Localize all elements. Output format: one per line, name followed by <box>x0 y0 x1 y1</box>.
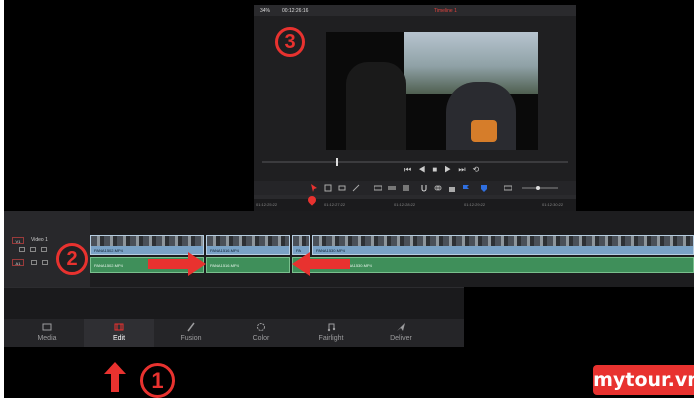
timeline-viewer: 34% 00:12:26:16 Timeline 1 3 ⏮◀■▶⏭⟲ <box>254 5 576 207</box>
linked-selection-icon[interactable] <box>434 184 442 192</box>
position-lock-icon[interactable] <box>448 184 456 192</box>
timeline-empty-area <box>4 287 464 319</box>
audio-track-tag[interactable]: A1 <box>12 259 24 266</box>
insert-clip-icon[interactable] <box>374 184 382 192</box>
ruler-tick: 01:12:29:22 <box>464 202 486 207</box>
play-icon[interactable]: ▶ <box>444 165 458 174</box>
selection-icon[interactable] <box>310 184 318 192</box>
deliver-icon <box>397 323 405 331</box>
video-clip[interactable]: PANA1516.MP4 <box>206 235 290 255</box>
right-arrow-icon <box>148 252 206 276</box>
clip-label: PANA1516.MP4 <box>210 248 239 253</box>
page-tab-label: Media <box>37 335 57 342</box>
step-3-badge: 3 <box>275 27 305 57</box>
page-tab-label: Fusion <box>180 335 202 342</box>
viewer-header: 34% 00:12:26:16 Timeline 1 <box>254 5 576 16</box>
page-tab-label: Color <box>252 335 270 342</box>
step-1-badge: 1 <box>140 363 175 398</box>
clip-label: PANA1502.MP4 <box>94 263 123 268</box>
edit-toolbar <box>254 181 576 195</box>
video-frame <box>326 32 538 150</box>
fusion-icon <box>187 322 195 332</box>
blade-icon[interactable] <box>352 184 360 192</box>
lock-icon[interactable] <box>19 247 25 252</box>
brand-logo: mytour.vn <box>593 365 694 395</box>
video-clip[interactable]: PANA1530.MP4 <box>312 235 694 255</box>
first-frame-icon[interactable]: ⏮ <box>404 165 418 174</box>
zoom-level[interactable]: 34% <box>260 8 270 14</box>
transport-controls: ⏮◀■▶⏭⟲ <box>404 165 486 175</box>
fairlight-icon <box>327 323 336 332</box>
marker-icon[interactable] <box>480 184 488 192</box>
audio-clip[interactable]: PANA1516.MP4 <box>206 257 290 273</box>
viewer-playhead[interactable] <box>336 158 338 166</box>
page-tab-color[interactable]: Color <box>226 319 296 347</box>
clip-label: PANA1516.MP4 <box>210 263 239 268</box>
page-tab-label: Fairlight <box>318 335 344 342</box>
color-icon <box>257 323 265 331</box>
reverse-icon[interactable]: ◀ <box>418 165 432 174</box>
audio-auto-select-icon[interactable] <box>42 260 48 265</box>
passenger-shirt <box>471 120 497 142</box>
car-seat <box>346 62 406 150</box>
flag-icon[interactable] <box>462 184 470 192</box>
ruler-tick: 01:12:30:22 <box>542 202 564 207</box>
ruler-tick: 01:12:25:22 <box>256 202 278 207</box>
page-tab-fusion[interactable]: Fusion <box>156 319 226 347</box>
last-frame-icon[interactable]: ⏭ <box>458 165 472 174</box>
up-arrow-icon <box>104 362 126 392</box>
page-tab-edit[interactable]: Edit <box>84 319 154 347</box>
auto-select-icon[interactable] <box>30 247 36 252</box>
audio-lock-icon[interactable] <box>31 260 37 265</box>
media-icon <box>42 323 52 331</box>
timecode-display: 00:12:26:16 <box>282 8 309 14</box>
overwrite-clip-icon[interactable] <box>388 184 396 192</box>
audio-clip[interactable]: PANA1530.MP4 <box>292 257 694 273</box>
viewer-scrub-bar[interactable] <box>262 161 568 163</box>
dynamic-trim-icon[interactable] <box>338 184 346 192</box>
screenshot-canvas: 34% 00:12:26:16 Timeline 1 3 ⏮◀■▶⏭⟲ 01:1… <box>4 0 694 398</box>
step-2-badge: 2 <box>56 243 88 275</box>
edit-icon <box>114 323 124 331</box>
snapping-icon[interactable] <box>420 184 428 192</box>
page-tab-label: Edit <box>112 335 126 342</box>
ruler-tick: 01:12:28:22 <box>394 202 416 207</box>
left-arrow-icon <box>292 252 350 276</box>
clip-label: PANA1502.MP4 <box>94 248 123 253</box>
timeline-name[interactable]: Timeline 1 <box>434 8 457 14</box>
loop-icon[interactable]: ⟲ <box>473 165 487 174</box>
page-tab-fairlight[interactable]: Fairlight <box>296 319 366 347</box>
track-visibility-icon[interactable] <box>41 247 47 252</box>
zoom-slider[interactable] <box>520 184 560 192</box>
stop-icon[interactable]: ■ <box>432 165 444 174</box>
page-navigation-bar: Media Edit Fusion Color Fairlight Delive… <box>4 319 464 347</box>
ruler-tick: 01:12:27:22 <box>324 202 346 207</box>
page-tab-media[interactable]: Media <box>12 319 82 347</box>
zoom-full-icon[interactable] <box>504 184 512 192</box>
replace-clip-icon[interactable] <box>402 184 410 192</box>
trim-icon[interactable] <box>324 184 332 192</box>
video-track-name: Video 1 <box>31 237 48 243</box>
timeline-ruler[interactable]: 01:12:25:22 01:12:27:22 01:12:28:22 01:1… <box>254 199 576 211</box>
video-track-tag[interactable]: V1 <box>12 237 24 244</box>
page-tab-label: Deliver <box>390 335 412 342</box>
page-tab-deliver[interactable]: Deliver <box>366 319 436 347</box>
